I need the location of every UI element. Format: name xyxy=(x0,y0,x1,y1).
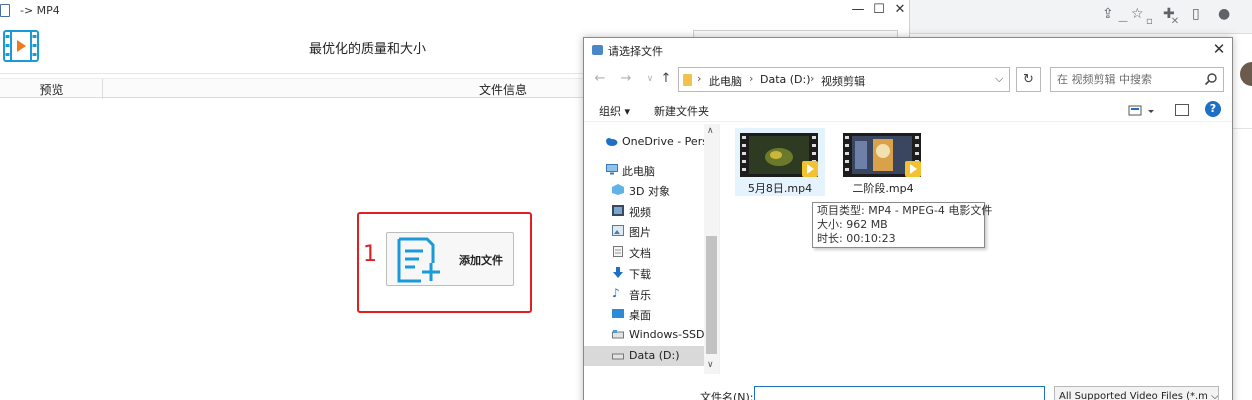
nav-item-label: 文档 xyxy=(629,247,651,260)
filename-label: 文件名(N): xyxy=(700,391,754,400)
new-folder-button[interactable]: 新建文件夹 xyxy=(654,103,709,119)
change-view-icon[interactable] xyxy=(1128,104,1156,118)
download-icon xyxy=(613,267,623,278)
browser-toolbar xyxy=(905,0,1252,34)
refresh-button[interactable]: ↻ xyxy=(1016,67,1041,92)
nav-item-label: Windows-SSD ( xyxy=(629,328,704,341)
file-item-video[interactable]: 二阶段.mp4 xyxy=(838,128,928,196)
file-name: 5月8日.mp4 xyxy=(747,182,813,195)
drive-icon xyxy=(612,353,624,360)
nav-item-label: 图片 xyxy=(629,226,651,239)
documents-folder-icon xyxy=(613,246,623,257)
computer-icon xyxy=(606,164,618,175)
scrollbar-thumb[interactable] xyxy=(706,236,717,354)
file-name: 二阶段.mp4 xyxy=(852,182,914,195)
nav-item-pictures[interactable]: 图片 xyxy=(584,221,704,241)
video-file-thumbnail-icon xyxy=(740,133,818,177)
nav-item-videos[interactable]: 视频 xyxy=(584,201,704,221)
filename-input[interactable] xyxy=(754,386,1045,400)
video-file-thumbnail-icon xyxy=(843,133,921,177)
recent-locations-chevron-icon[interactable]: ∨ xyxy=(642,74,658,84)
nav-item-label: 3D 对象 xyxy=(629,185,670,198)
dialog-command-bar: 组织 ▾ 新建文件夹 ? xyxy=(584,98,1232,122)
breadcrumb-chevron-icon[interactable]: › xyxy=(749,72,753,85)
close-button[interactable]: ✕ xyxy=(890,2,910,17)
profile-icon[interactable]: ● xyxy=(1218,6,1230,22)
address-bar[interactable]: › 此电脑 › Data (D:) › 视频剪辑 ⌵ xyxy=(678,67,1010,92)
nav-item-desktop[interactable]: 桌面 xyxy=(584,304,704,324)
scroll-down-chevron-icon[interactable]: ∨ xyxy=(707,360,714,370)
nav-item-label: 音乐 xyxy=(629,289,651,302)
add-file-button[interactable]: 添加文件 xyxy=(386,232,514,286)
search-icon[interactable] xyxy=(1204,72,1218,86)
preview-pane-icon[interactable] xyxy=(1175,104,1189,116)
dialog-navigation-bar: ← → ∨ ↑ › 此电脑 › Data (D:) › 视频剪辑 ⌵ ↻ xyxy=(584,66,1232,94)
nav-item-music[interactable]: ♪ 音乐 xyxy=(584,284,704,304)
breadcrumb-video-clips[interactable]: 视频剪辑 xyxy=(821,73,865,89)
file-list-area: 5月8日.mp4 二阶段.mp4 xyxy=(719,124,1232,374)
filename-row: 文件名(N): All Supported Video Files (*.m ⌵ xyxy=(584,386,1232,400)
drive-icon xyxy=(612,330,624,339)
dialog-app-icon xyxy=(592,45,603,55)
nav-item-downloads[interactable]: 下载 xyxy=(584,263,704,283)
add-file-icon xyxy=(397,237,440,283)
folder-icon xyxy=(683,74,692,86)
back-arrow-icon[interactable]: ← xyxy=(592,71,608,86)
minimize-button[interactable]: — xyxy=(848,2,868,17)
scroll-up-chevron-icon[interactable]: ∧ xyxy=(707,126,714,136)
folder-search-input[interactable] xyxy=(1050,67,1224,92)
nav-item-label: 桌面 xyxy=(629,309,651,322)
file-type-select[interactable]: All Supported Video Files (*.m ⌵ xyxy=(1054,386,1219,400)
navigation-pane: OneDrive - Perso 此电脑 3D 对象 视频 图片 文档 下载 ♪ xyxy=(584,124,719,374)
breadcrumb-data-drive[interactable]: Data (D:) xyxy=(760,73,811,86)
desktop-folder-icon xyxy=(612,309,624,318)
breadcrumb-chevron-icon[interactable]: › xyxy=(810,72,814,85)
share-icon[interactable]: ⇪ xyxy=(1102,6,1114,22)
nav-item-onedrive[interactable]: OneDrive - Perso xyxy=(584,132,704,152)
tooltip-file-type: 项目类型: MP4 - MPEG-4 电影文件 xyxy=(817,204,993,217)
tooltip-file-duration: 时长: 00:10:23 xyxy=(817,232,896,245)
address-history-chevron-down-icon[interactable]: ⌵ xyxy=(995,72,1003,86)
music-icon: ♪ xyxy=(612,286,620,300)
forward-arrow-icon[interactable]: → xyxy=(618,71,634,86)
breadcrumb-chevron-icon[interactable]: › xyxy=(697,72,701,85)
column-header-preview: 预览 xyxy=(39,83,64,97)
nav-item-data-drive[interactable]: Data (D:) xyxy=(584,346,704,366)
nav-item-3d-objects[interactable]: 3D 对象 xyxy=(584,180,704,200)
file-item-video[interactable]: 5月8日.mp4 xyxy=(735,128,825,196)
up-arrow-icon[interactable]: ↑ xyxy=(658,71,674,86)
3d-objects-icon xyxy=(612,184,624,195)
nav-item-label: OneDrive - Perso xyxy=(622,135,704,148)
breadcrumb-this-pc[interactable]: 此电脑 xyxy=(709,73,742,89)
maximize-button[interactable]: ☐ xyxy=(869,2,889,17)
pictures-folder-icon xyxy=(612,225,624,236)
nav-item-documents[interactable]: 文档 xyxy=(584,242,704,262)
file-type-value: All Supported Video Files (*.m xyxy=(1059,391,1208,400)
cloud-icon xyxy=(606,138,618,146)
file-info-tooltip: 项目类型: MP4 - MPEG-4 电影文件 大小: 962 MB 时长: 0… xyxy=(812,202,993,248)
app-title: -> MP4 xyxy=(20,4,60,17)
nav-item-windows-ssd[interactable]: Windows-SSD ( xyxy=(584,325,704,345)
video-folder-icon xyxy=(612,205,624,216)
help-icon[interactable]: ? xyxy=(1205,101,1221,117)
nav-item-label: 下载 xyxy=(629,268,651,281)
dialog-title: 请选择文件 xyxy=(608,45,663,58)
app-titlebar: -> MP4 — ☐ ✕ xyxy=(0,0,910,22)
tooltip-file-size: 大小: 962 MB xyxy=(817,218,888,231)
nav-item-label: Data (D:) xyxy=(629,349,680,362)
dialog-titlebar: 请选择文件 ✕ xyxy=(584,38,1232,62)
dialog-close-button[interactable]: ✕ xyxy=(1210,40,1228,58)
nav-item-label: 此电脑 xyxy=(622,165,655,178)
navigation-pane-scrollbar[interactable]: ∧ ∨ xyxy=(704,124,719,374)
nav-item-label: 视频 xyxy=(629,206,651,219)
inner-window-controls: — ▫ ✕ xyxy=(1118,16,1180,27)
divider xyxy=(1232,128,1252,129)
add-file-label: 添加文件 xyxy=(459,254,503,267)
nav-item-this-pc[interactable]: 此电脑 xyxy=(584,160,704,180)
app-icon xyxy=(0,4,10,17)
annotation-step-number: 1 xyxy=(363,242,377,267)
organize-menu-button[interactable]: 组织 ▾ xyxy=(599,103,630,119)
